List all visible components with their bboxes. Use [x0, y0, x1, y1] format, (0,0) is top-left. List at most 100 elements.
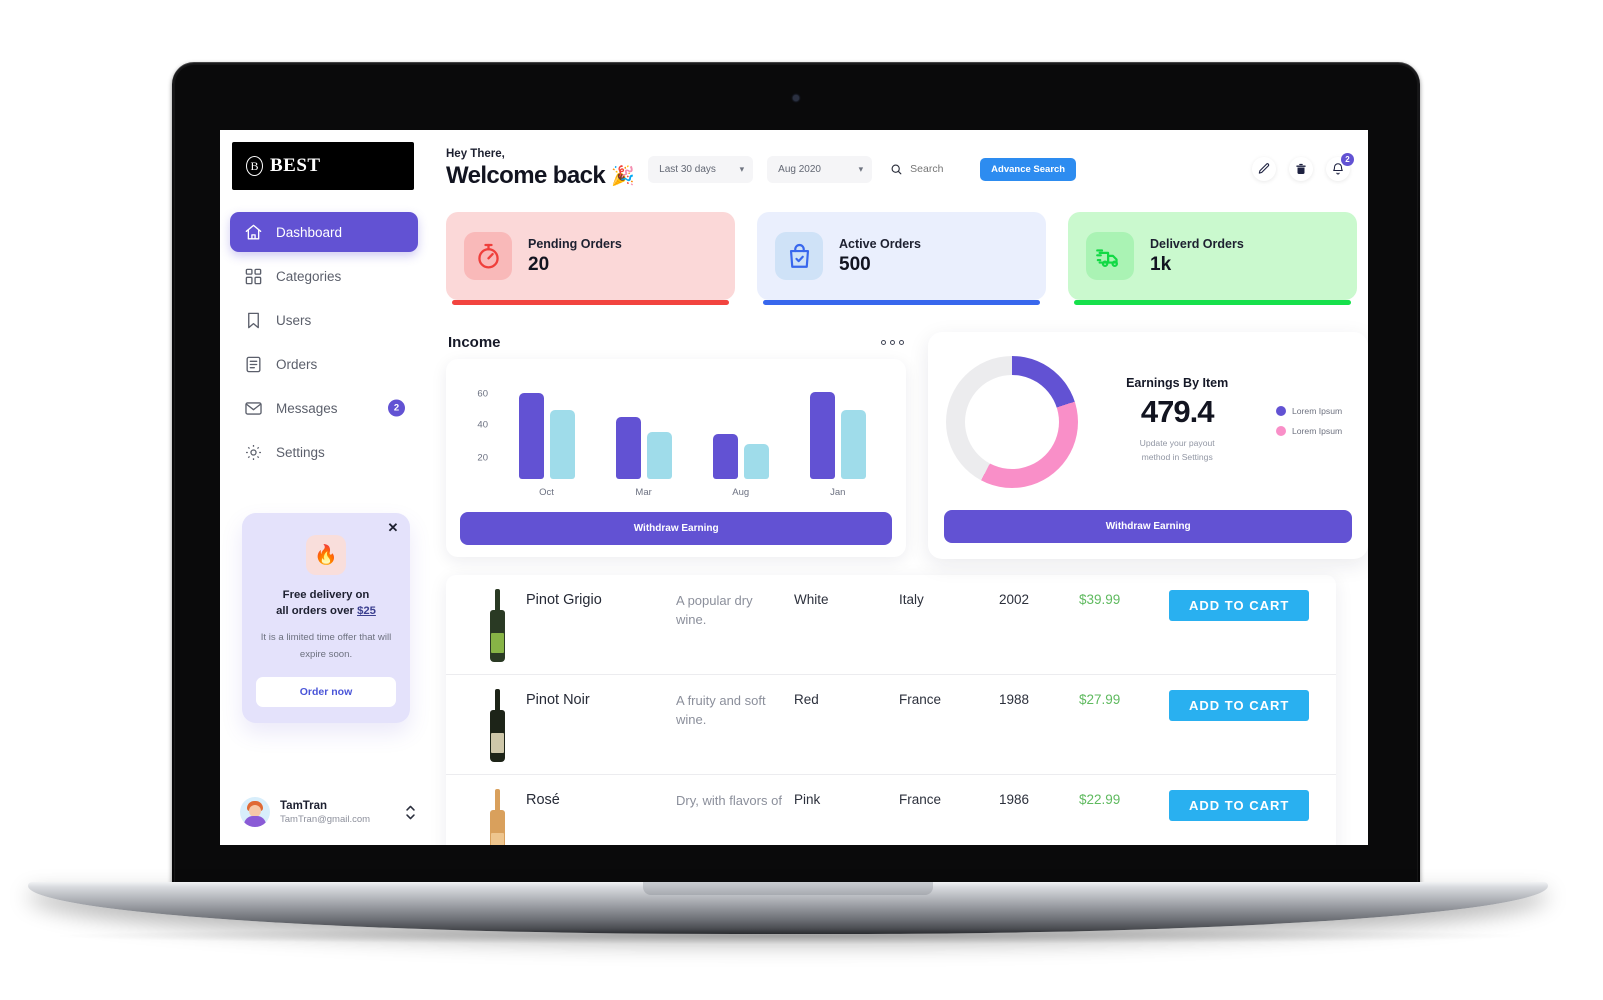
wine-price: $39.99	[1079, 592, 1121, 607]
wine-country: Italy	[899, 592, 924, 607]
wine-bottle-icon	[489, 589, 505, 662]
promo-amount: $25	[357, 605, 376, 618]
order-now-button[interactable]: Order now	[256, 677, 396, 708]
wine-bottle-icon	[489, 689, 505, 762]
donut-chart	[946, 356, 1079, 488]
stat-value: 20	[528, 253, 550, 275]
withdraw-earning-button[interactable]: Withdraw Earning	[944, 510, 1352, 543]
bar-series2	[743, 444, 769, 479]
donut-hole	[965, 375, 1060, 469]
sidebar-item-label: Users	[276, 312, 312, 328]
income-chart-card: 60 40 20 Oct Mar Aug Jan Withdraw Earnin…	[446, 359, 907, 557]
more-options-icon[interactable]	[881, 340, 905, 345]
sidebar-nav: Dashboard Categories Users Orders Messag…	[220, 212, 428, 472]
add-to-cart-button[interactable]: ADD TO CART	[1169, 590, 1310, 621]
sidebar-item-messages[interactable]: Messages 2	[230, 388, 418, 428]
month-value: Aug 2020	[778, 163, 821, 175]
trash-icon[interactable]	[1289, 157, 1313, 181]
brand-logo[interactable]: B BEST	[232, 142, 414, 190]
x-tick: Oct	[539, 487, 554, 498]
earnings-note-line2: method in Settings	[1141, 451, 1213, 462]
sidebar-item-orders[interactable]: Orders	[230, 344, 418, 384]
greeting-block: Hey There, Welcome back 🎉	[446, 148, 635, 190]
legend-label: Lorem Ipsum	[1292, 406, 1343, 416]
legend-swatch-purple	[1276, 406, 1286, 416]
wine-price: $27.99	[1079, 692, 1121, 707]
income-panel-header: Income	[448, 334, 905, 351]
sidebar-item-users[interactable]: Users	[230, 300, 418, 340]
close-icon[interactable]: ✕	[386, 521, 400, 535]
donut-legend: Lorem Ipsum Lorem Ipsum	[1276, 398, 1350, 446]
sidebar-item-settings[interactable]: Settings	[230, 432, 418, 472]
delivery-truck-icon	[1086, 232, 1134, 280]
search-icon	[890, 163, 903, 176]
advance-search-button[interactable]: Advance Search	[980, 157, 1077, 181]
laptop-mockup-scene: B BEST Dashboard Categories Users Orders…	[0, 0, 1603, 1000]
messages-badge: 2	[388, 399, 405, 417]
stat-cards: Pending Orders 20 Active Orders 500 Deli…	[446, 212, 1368, 305]
x-tick: Jan	[830, 487, 846, 498]
topbar: Hey There, Welcome back 🎉 Last 30 days ▾…	[446, 148, 1368, 190]
wine-description: A popular dry wine.	[676, 593, 753, 627]
stopwatch-icon	[464, 232, 512, 280]
bell-icon[interactable]: 2	[1326, 153, 1354, 181]
stat-card-active-orders[interactable]: Active Orders 500	[757, 212, 1046, 305]
promo-subtitle: It is a limited time offer that will exp…	[260, 631, 392, 661]
bar-group-mar	[615, 417, 672, 479]
legend-label: Lorem Ipsum	[1292, 426, 1343, 436]
product-image	[468, 589, 526, 662]
date-range-select[interactable]: Last 30 days ▾	[648, 155, 754, 183]
wine-year: 2002	[999, 592, 1030, 607]
table-row: Pinot Grigio A popular dry wine. White I…	[446, 575, 1336, 675]
switch-account-icon[interactable]	[405, 803, 416, 822]
earnings-note-line1: Update your payout	[1139, 437, 1215, 448]
sidebar-item-categories[interactable]: Categories	[230, 256, 418, 296]
y-axis: 60 40 20	[460, 375, 492, 479]
x-axis: Oct Mar Aug Jan	[460, 479, 892, 498]
laptop-base	[28, 882, 1548, 934]
wine-action: ADD TO CART	[1159, 789, 1336, 821]
wine-country: France	[899, 692, 942, 707]
bar-series1	[615, 417, 641, 479]
wine-price: $22.99	[1079, 792, 1121, 807]
wine-name: Pinot Grigio	[526, 592, 602, 608]
stat-card-pending-orders[interactable]: Pending Orders 20	[446, 212, 735, 305]
greeting-big: Welcome back	[446, 162, 606, 189]
mail-icon	[244, 399, 263, 418]
user-name: TamTran	[280, 799, 328, 812]
month-select[interactable]: Aug 2020 ▾	[767, 155, 873, 183]
grid-icon	[244, 267, 263, 286]
add-to-cart-button[interactable]: ADD TO CART	[1169, 790, 1310, 821]
bar-group-jan	[809, 392, 866, 479]
stat-card-delivered-orders[interactable]: Deliverd Orders 1k	[1068, 212, 1357, 305]
laptop-shadow	[60, 928, 1520, 944]
search-input[interactable]	[910, 163, 967, 175]
wine-table: Pinot Grigio A popular dry wine. White I…	[446, 575, 1336, 845]
income-panel-title: Income	[448, 334, 501, 351]
sidebar-item-dashboard[interactable]: Dashboard	[230, 212, 418, 252]
brand-name: BEST	[270, 155, 321, 176]
add-to-cart-button[interactable]: ADD TO CART	[1169, 690, 1310, 721]
table-row: Pinot Noir A fruity and soft wine. Red F…	[446, 675, 1336, 775]
stat-value: 500	[839, 253, 871, 275]
y-tick: 20	[477, 452, 488, 464]
wine-description: A fruity and soft wine.	[676, 693, 766, 727]
date-range-value: Last 30 days	[659, 163, 716, 175]
pencil-icon[interactable]	[1252, 157, 1276, 181]
page-title: Welcome back 🎉	[446, 162, 635, 190]
bar-series2	[549, 410, 575, 479]
withdraw-earning-button[interactable]: Withdraw Earning	[460, 512, 893, 545]
user-profile[interactable]: TamTran TamTran@gmail.com	[240, 797, 416, 827]
party-popper-icon: 🎉	[611, 166, 635, 187]
main-content: Hey There, Welcome back 🎉 Last 30 days ▾…	[428, 130, 1368, 845]
wine-country: France	[899, 792, 942, 807]
earnings-note: Update your payout method in Settings	[1086, 437, 1268, 465]
wine-name: Rosé	[526, 792, 560, 808]
earnings-body: Earnings By Item 479.4 Update your payou…	[944, 352, 1352, 488]
earnings-panel: Earnings By Item 479.4 Update your payou…	[928, 332, 1368, 559]
earnings-amount: 479.4	[1140, 393, 1215, 429]
wine-bottle-icon	[489, 789, 505, 845]
user-email: TamTran@gmail.com	[280, 813, 371, 825]
brand-mark-icon: B	[246, 156, 263, 176]
legend-swatch-pink	[1276, 426, 1286, 436]
